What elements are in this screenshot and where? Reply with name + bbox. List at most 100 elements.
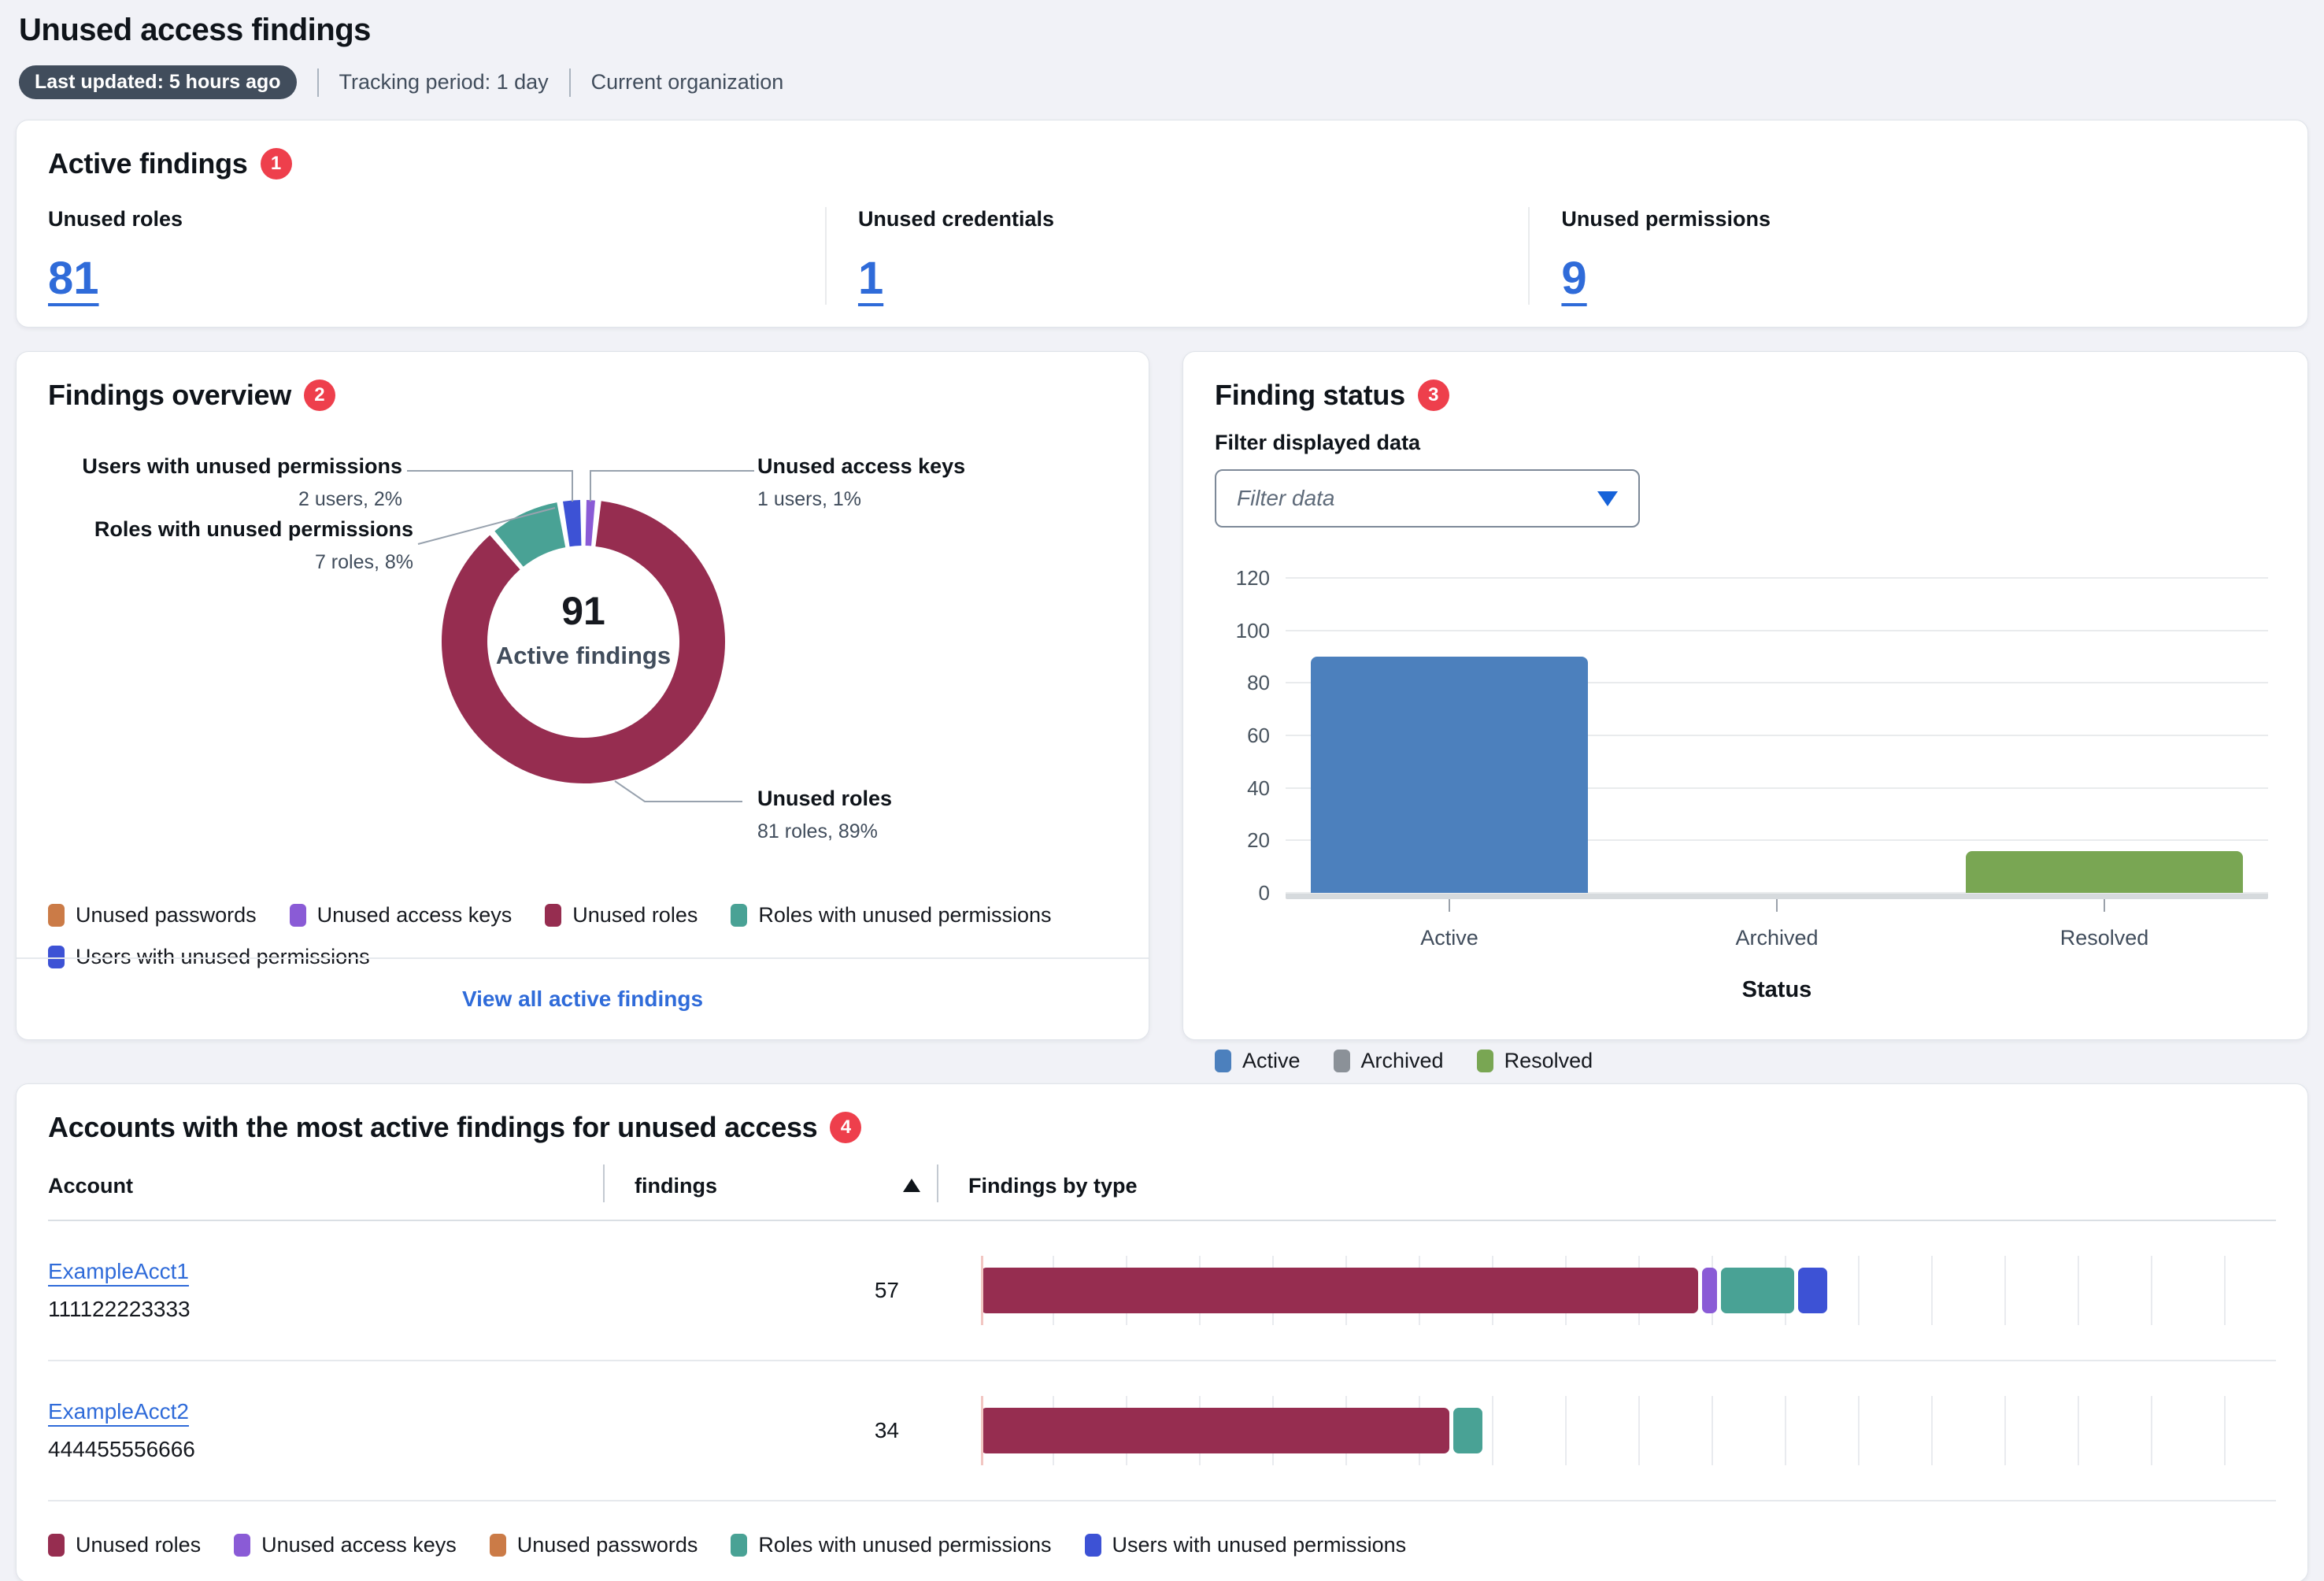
column-header-findings[interactable]: findings [635, 1174, 717, 1198]
legend-label: Unused roles [76, 1533, 201, 1557]
finding-status-card: Finding status 3 Filter displayed data F… [1182, 351, 2308, 1040]
overview-legend-item: Roles with unused permissions [731, 903, 1051, 927]
status-x-ticks [1286, 899, 2268, 912]
metric-value-link[interactable]: 81 [48, 252, 99, 305]
legend-swatch-teal [731, 904, 747, 927]
accounts-legend: Unused roles Unused access keys Unused pas… [48, 1533, 2276, 1557]
page-meta: Last updated: 5 hours ago Tracking perio… [19, 65, 2305, 99]
unused-access-dashboard: Unused access findings Last updated: 5 h… [0, 0, 2324, 1581]
bar-slot-active [1286, 578, 1613, 893]
step-badge-4: 4 [830, 1112, 861, 1143]
table-row: ExampleAcct2 44445555666634 [48, 1361, 2276, 1501]
overview-legend-item: Unused access keys [290, 903, 513, 927]
legend-label: Archived [1361, 1049, 1444, 1073]
bar-segment-teal [1721, 1268, 1794, 1313]
callout-detail: 7 roles, 8% [94, 551, 413, 574]
active-findings-card: Active findings 1 Unused roles81Unused c… [16, 120, 2308, 328]
legend-label: Active [1242, 1049, 1301, 1073]
y-tick-label: 120 [1218, 566, 1270, 591]
legend-swatch-teal [731, 1534, 747, 1557]
legend-label: Users with unused permissions [1112, 1533, 1407, 1557]
stacked-bar [981, 1256, 2270, 1325]
legend-label: Unused access keys [317, 903, 513, 927]
account-cell: ExampleAcct1111122223333 [48, 1259, 603, 1322]
sort-ascending-icon[interactable] [903, 1179, 920, 1192]
separator [317, 68, 319, 97]
findings-by-type-cell [937, 1256, 2276, 1325]
findings-overview-title-row: Findings overview 2 [48, 379, 1117, 412]
findings-overview-footer: View all active findings [17, 957, 1149, 1039]
x-tick [1286, 899, 1613, 912]
column-header-account: Account [48, 1174, 133, 1198]
finding-status-legend: ActiveArchivedResolved [1215, 1049, 2276, 1073]
active-findings-title-row: Active findings 1 [48, 147, 2276, 180]
bar-segment-purple [1702, 1268, 1717, 1313]
account-link[interactable]: ExampleAcct2 [48, 1399, 189, 1424]
legend-label: Unused passwords [517, 1533, 698, 1557]
donut-total: 91 [457, 588, 709, 634]
callout-label: Unused roles [757, 787, 892, 811]
y-tick-label: 60 [1218, 724, 1270, 748]
findings-count-cell: 34 [603, 1418, 937, 1443]
legend-label: Roles with unused permissions [758, 1533, 1051, 1557]
accounts-legend-item: Unused access keys [234, 1533, 457, 1557]
stacked-bar-axis-line [981, 1396, 983, 1465]
scope: Current organization [591, 70, 784, 94]
legend-label: Unused access keys [261, 1533, 457, 1557]
stacked-bar [981, 1396, 2270, 1465]
active-findings-title: Active findings [48, 147, 248, 180]
donut-center: 91 Active findings [457, 588, 709, 670]
table-row: ExampleAcct111112222333357 [48, 1221, 2276, 1361]
x-tick [1613, 899, 1941, 912]
y-tick-label: 80 [1218, 671, 1270, 695]
step-badge-1: 1 [261, 148, 292, 180]
bar-resolved [1966, 851, 2243, 893]
filter-data-dropdown[interactable]: Filter data [1215, 469, 1640, 528]
account-link[interactable]: ExampleAcct1 [48, 1259, 189, 1284]
legend-swatch-purple [234, 1534, 250, 1557]
view-all-active-findings-link[interactable]: View all active findings [462, 987, 703, 1012]
y-tick-label: 20 [1218, 828, 1270, 853]
status-x-labels: ActiveArchivedResolved [1286, 926, 2268, 950]
metric-value-link[interactable]: 9 [1561, 252, 1586, 305]
finding-status-title-row: Finding status 3 [1215, 379, 2276, 412]
y-tick-label: 0 [1218, 881, 1270, 905]
column-header-findings-by-type: Findings by type [968, 1174, 1138, 1198]
accounts-card: Accounts with the most active findings f… [16, 1083, 2308, 1581]
accounts-legend-item: Users with unused permissions [1085, 1533, 1407, 1557]
metric-value-link[interactable]: 1 [858, 252, 883, 305]
callout-label: Roles with unused permissions [94, 517, 413, 542]
accounts-legend-item: Roles with unused permissions [731, 1533, 1051, 1557]
x-label-resolved: Resolved [1941, 926, 2268, 950]
x-tick-mark [2104, 899, 2105, 912]
overview-legend-item: Unused roles [545, 903, 698, 927]
metric-label: Unused permissions [1561, 207, 2276, 231]
callout-unused-access-keys: Unused access keys 1 users, 1% [757, 454, 965, 511]
legend-swatch-maroon [48, 1534, 65, 1557]
accounts-legend-item: Unused passwords [490, 1533, 698, 1557]
metric-unused-roles: Unused roles 81 [48, 207, 825, 305]
filter-displayed-data-label: Filter displayed data [1215, 431, 2276, 455]
x-tick-mark [1776, 899, 1778, 912]
status-axis-title: Status [1286, 977, 2268, 1003]
callout-detail: 1 users, 1% [757, 488, 965, 511]
accounts-legend-item: Unused roles [48, 1533, 201, 1557]
legend-swatch-orange [48, 904, 65, 927]
findings-overview-title: Findings overview [48, 379, 291, 412]
charts-row: Findings overview 2 91 Active findings [16, 351, 2308, 1040]
bar-active [1311, 657, 1588, 893]
y-tick-label: 100 [1218, 619, 1270, 643]
donut-slice-blue [566, 523, 580, 524]
bar-slot-archived [1613, 578, 1941, 893]
account-id: 444455556666 [48, 1437, 603, 1462]
status-x-axis-line [1286, 893, 2268, 899]
y-tick-label: 40 [1218, 776, 1270, 801]
legend-swatch-purple [290, 904, 306, 927]
column-divider [937, 1164, 938, 1202]
findings-by-type-cell [937, 1396, 2276, 1465]
callout-detail: 81 roles, 89% [757, 820, 892, 843]
bar-slot-resolved [1941, 578, 2268, 893]
accounts-title-row: Accounts with the most active findings f… [48, 1111, 2276, 1144]
step-badge-2: 2 [304, 380, 335, 411]
metric-label: Unused roles [48, 207, 825, 231]
